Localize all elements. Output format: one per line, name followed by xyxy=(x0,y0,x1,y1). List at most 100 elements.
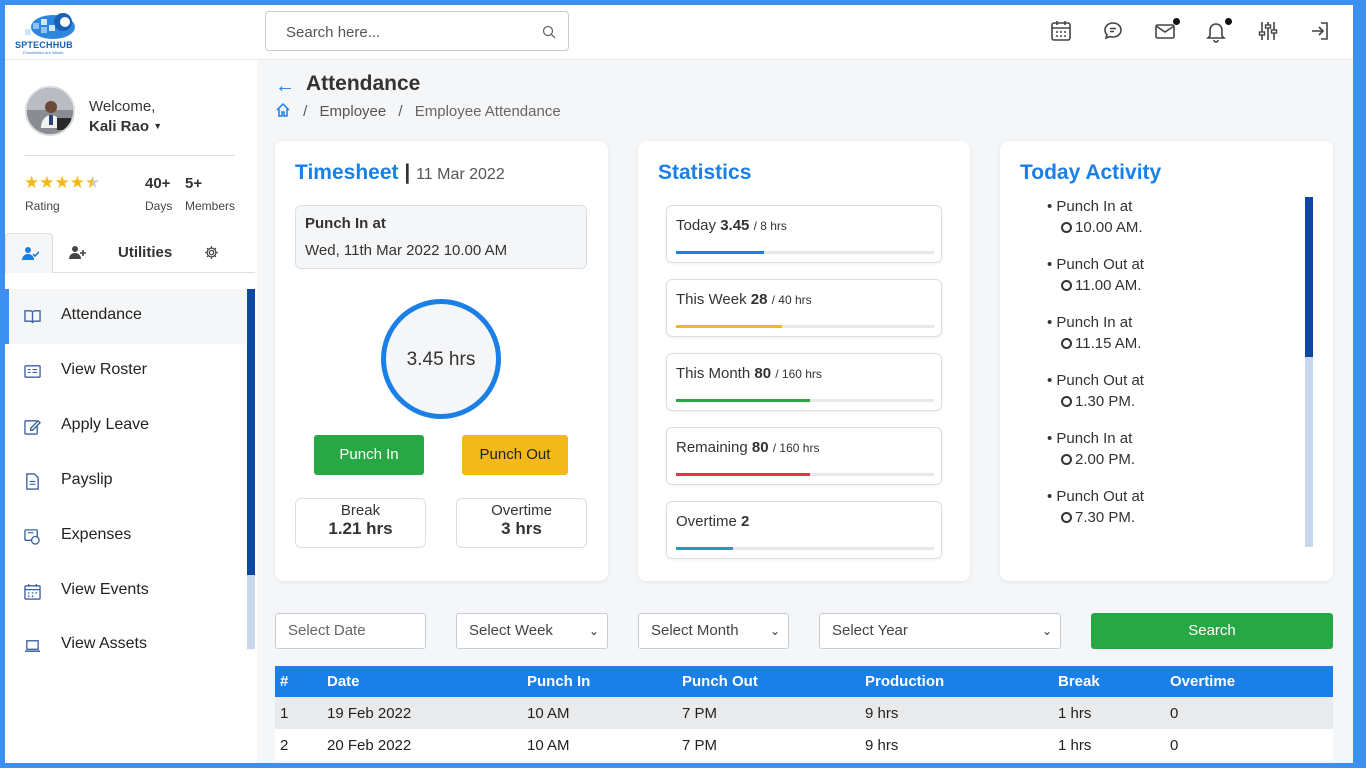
stat-text: Overtime 2 xyxy=(676,513,749,530)
table-cell: 1 xyxy=(275,697,322,729)
sidebar-item-label: View Events xyxy=(61,581,149,598)
tab-user-check[interactable] xyxy=(5,233,53,273)
sidebar-item-attendance[interactable]: Attendance xyxy=(5,289,247,344)
activity-label-text: Punch Out at xyxy=(1056,488,1144,505)
caret-down-icon: ▼ xyxy=(153,121,163,131)
stat-total: / 160 hrs xyxy=(772,441,820,455)
col-header-overtime[interactable]: Overtime xyxy=(1165,666,1333,697)
progress-track xyxy=(676,399,934,402)
stat-box: Today 3.45 / 8 hrs xyxy=(666,205,942,263)
col-header-production[interactable]: Production xyxy=(860,666,1053,697)
activity-time: 7.30 PM. xyxy=(1075,509,1136,526)
col-header-punch-out[interactable]: Punch Out xyxy=(677,666,860,697)
progress-track xyxy=(676,251,934,254)
activity-scrollbar-thumb[interactable] xyxy=(1305,197,1313,357)
week-select-value: Select Week xyxy=(469,622,553,639)
progress-fill xyxy=(676,473,811,476)
stat-value: 3.45 xyxy=(720,217,750,234)
sidebar-item-expenses[interactable]: Expenses xyxy=(5,509,247,564)
progress-track xyxy=(676,547,934,550)
stat-value: 80 xyxy=(751,439,769,456)
activity-card: Today Activity • Punch In at 10.00 AM. • P… xyxy=(1000,141,1333,581)
progress-track xyxy=(676,325,934,328)
stat-total: / 160 hrs xyxy=(775,367,822,381)
sidebar-item-apply-leave[interactable]: Apply Leave xyxy=(5,399,247,454)
col-header-date[interactable]: Date xyxy=(322,666,522,697)
star-icon: ★ xyxy=(39,173,55,192)
star-icon: ★ xyxy=(54,173,70,192)
stat-box: This Week 28 / 40 hrs xyxy=(666,279,942,337)
timesheet-heading: Timesheet xyxy=(295,161,399,184)
activity-scrollbar[interactable] xyxy=(1305,197,1313,547)
punch-in-button[interactable]: Punch In xyxy=(314,435,424,475)
timesheet-title: Timesheet | 11 Mar 2022 xyxy=(295,161,505,185)
gear-icon[interactable] xyxy=(204,245,219,260)
bullet-icon: • xyxy=(1047,198,1057,215)
tab-utilities[interactable]: Utilities xyxy=(118,244,172,261)
stat-text: Remaining 80 / 160 hrs xyxy=(676,439,819,456)
activity-label: • Punch Out at xyxy=(1047,488,1144,505)
table-row[interactable]: 1 19 Feb 2022 10 AM 7 PM 9 hrs 1 hrs 0 xyxy=(275,697,1333,729)
activity-label-text: Punch Out at xyxy=(1056,256,1144,273)
sidebar-item-label: Apply Leave xyxy=(61,416,150,433)
avatar[interactable] xyxy=(25,86,75,136)
bullet-icon: • xyxy=(1047,372,1057,389)
table-cell: 19 Feb 2022 xyxy=(322,697,522,729)
sidebar-item-payslip[interactable]: Payslip xyxy=(5,454,247,509)
brand-logo[interactable]: SPTECHHUB Possibilities are infinite xyxy=(15,11,85,55)
breadcrumb-current: Employee Attendance xyxy=(414,103,561,120)
mail-notification-dot xyxy=(1173,18,1180,25)
sidebar-scrollbar-thumb[interactable] xyxy=(247,289,255,575)
break-box: Break 1.21 hrs xyxy=(295,498,426,548)
back-arrow-icon[interactable]: ← xyxy=(275,75,295,98)
user-name-dropdown[interactable]: Kali Rao ▼ xyxy=(89,118,162,135)
table-cell: 10 AM xyxy=(522,729,677,761)
rating-stars: ★★★★★ xyxy=(24,173,100,193)
activity-label: • Punch In at xyxy=(1047,198,1144,215)
days-value: 40+ xyxy=(145,175,171,192)
title-separator: | xyxy=(404,161,411,184)
activity-item: • Punch In at 11.15 AM. xyxy=(1047,314,1144,372)
stat-label: Overtime xyxy=(676,513,737,530)
table-cell: 7 PM xyxy=(677,697,860,729)
breadcrumb-employee[interactable]: Employee xyxy=(320,103,387,120)
year-select[interactable]: Select Year ⌄ xyxy=(819,613,1061,649)
col-header-break[interactable]: Break xyxy=(1053,666,1165,697)
sidebar-item-view-assets[interactable]: View Assets xyxy=(5,618,247,672)
date-filter-input[interactable]: Select Date xyxy=(275,613,426,649)
user-name: Kali Rao xyxy=(89,118,150,135)
week-select[interactable]: Select Week ⌄ xyxy=(456,613,608,649)
stat-label: Today xyxy=(676,217,717,234)
table-row[interactable]: 2 20 Feb 2022 10 AM 7 PM 9 hrs 1 hrs 0 xyxy=(275,729,1333,761)
clock-icon xyxy=(1061,396,1072,407)
sidebar-scrollbar[interactable] xyxy=(247,289,255,649)
activity-item: • Punch In at 10.00 AM. xyxy=(1047,198,1144,256)
logout-icon[interactable] xyxy=(1308,19,1332,43)
statistics-card: Statistics Today 3.45 / 8 hrs This Week 2… xyxy=(638,141,970,581)
search-icon[interactable] xyxy=(542,25,556,39)
sidebar-item-view-roster[interactable]: View Roster xyxy=(5,344,247,399)
col-header-punch-in[interactable]: Punch In xyxy=(522,666,677,697)
activity-time-row: 1.30 PM. xyxy=(1047,393,1144,410)
sliders-icon[interactable] xyxy=(1256,19,1280,43)
punch-out-button[interactable]: Punch Out xyxy=(462,435,568,475)
table-cell: 7 PM xyxy=(677,729,860,761)
col-header-index[interactable]: # xyxy=(275,666,322,697)
search-button[interactable]: Search xyxy=(1091,613,1333,649)
chat-icon[interactable] xyxy=(1101,19,1125,43)
activity-item: • Punch Out at 7.30 PM. xyxy=(1047,488,1144,546)
clock-icon xyxy=(1061,222,1072,233)
activity-label-text: Punch In at xyxy=(1056,314,1133,331)
rating-label: Rating xyxy=(25,199,60,213)
home-icon[interactable] xyxy=(275,102,291,118)
hours-value: 3.45 hrs xyxy=(406,349,476,370)
sidebar-item-view-events[interactable]: View Events xyxy=(5,564,247,618)
calendar-icon[interactable] xyxy=(1049,19,1073,43)
activity-label-text: Punch In at xyxy=(1056,198,1133,215)
search-input[interactable]: Search here... xyxy=(265,11,569,51)
stat-text: Today 3.45 / 8 hrs xyxy=(676,217,787,234)
timesheet-date: 11 Mar 2022 xyxy=(416,166,505,183)
tab-user-plus[interactable] xyxy=(53,233,101,273)
month-select[interactable]: Select Month ⌄ xyxy=(638,613,789,649)
progress-track xyxy=(676,473,934,476)
